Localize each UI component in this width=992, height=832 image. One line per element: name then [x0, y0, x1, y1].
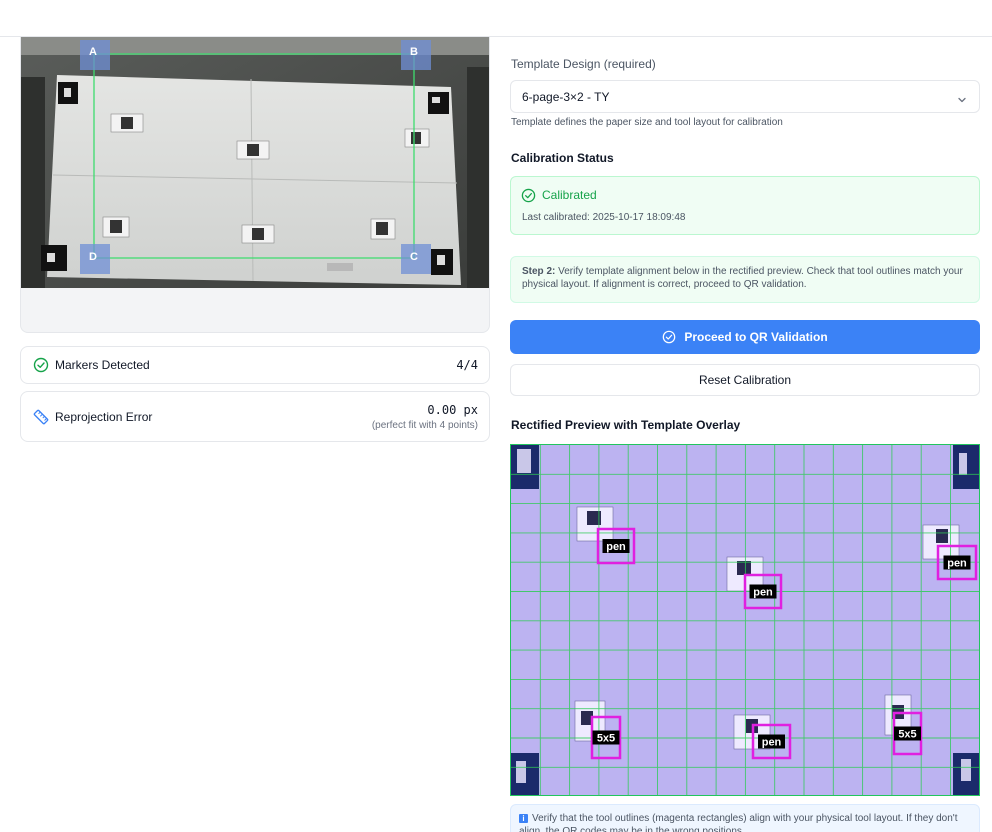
marker-label-c: C: [410, 251, 418, 263]
marker-label-d: D: [89, 251, 97, 263]
reset-calibration-button[interactable]: Reset Calibration: [510, 364, 980, 396]
reprojection-error-label: Reprojection Error: [55, 410, 153, 424]
proceed-qr-validation-button[interactable]: Proceed to QR Validation: [510, 320, 980, 354]
tool-label: pen: [947, 558, 967, 570]
marker-label-a: A: [89, 46, 97, 58]
step-text: Verify template alignment below in the r…: [522, 266, 963, 290]
template-design-value: 6-page-3×2 - TY: [522, 90, 610, 104]
markers-detected-label: Markers Detected: [55, 358, 150, 372]
chevron-down-icon: [957, 92, 967, 103]
markers-detected-value: 4/4: [456, 358, 478, 372]
check-circle-icon: [33, 357, 49, 373]
check-circle-icon: [521, 188, 536, 203]
last-calibrated-text: Last calibrated: 2025-10-17 18:09:48: [522, 212, 686, 223]
info-icon: i: [519, 814, 528, 823]
camera-feed: A B C D: [21, 37, 489, 288]
top-bar: [0, 0, 992, 37]
rectified-preview-title: Rectified Preview with Template Overlay: [511, 418, 741, 432]
tool-label: pen: [762, 737, 782, 749]
tool-label: 5x5: [597, 733, 615, 745]
marker-label-b: B: [410, 46, 418, 58]
tool-label: pen: [753, 587, 773, 599]
calibration-status-text: Calibrated: [542, 188, 597, 202]
calibration-status-title: Calibration Status: [511, 151, 614, 165]
rectified-preview: pen pen pen 5x5 pen 5x5: [510, 444, 980, 796]
tool-label: pen: [606, 541, 626, 553]
step-instructions: Step 2: Verify template alignment below …: [510, 256, 980, 303]
reprojection-error-value: 0.00 px: [427, 403, 478, 417]
camera-card: A B C D: [20, 37, 490, 333]
ruler-icon: [33, 409, 49, 425]
template-design-select[interactable]: 6-page-3×2 - TY: [510, 80, 980, 113]
proceed-button-label: Proceed to QR Validation: [684, 330, 828, 344]
calibration-status-box: Calibrated Last calibrated: 2025-10-17 1…: [510, 176, 980, 235]
alignment-info-box: i Verify that the tool outlines (magenta …: [510, 804, 980, 832]
reprojection-error-note: (perfect fit with 4 points): [371, 420, 478, 431]
step-prefix: Step 2:: [522, 266, 556, 277]
check-circle-icon: [662, 330, 676, 344]
tool-label: 5x5: [898, 729, 916, 741]
reprojection-error-card: Reprojection Error 0.00 px (perfect fit …: [20, 391, 490, 442]
markers-detected-card: Markers Detected 4/4: [20, 346, 490, 384]
template-design-label: Template Design (required): [511, 57, 656, 71]
template-helper-text: Template defines the paper size and tool…: [511, 117, 783, 128]
reset-button-label: Reset Calibration: [698, 373, 792, 387]
alignment-info-text: Verify that the tool outlines (magenta r…: [519, 813, 958, 832]
